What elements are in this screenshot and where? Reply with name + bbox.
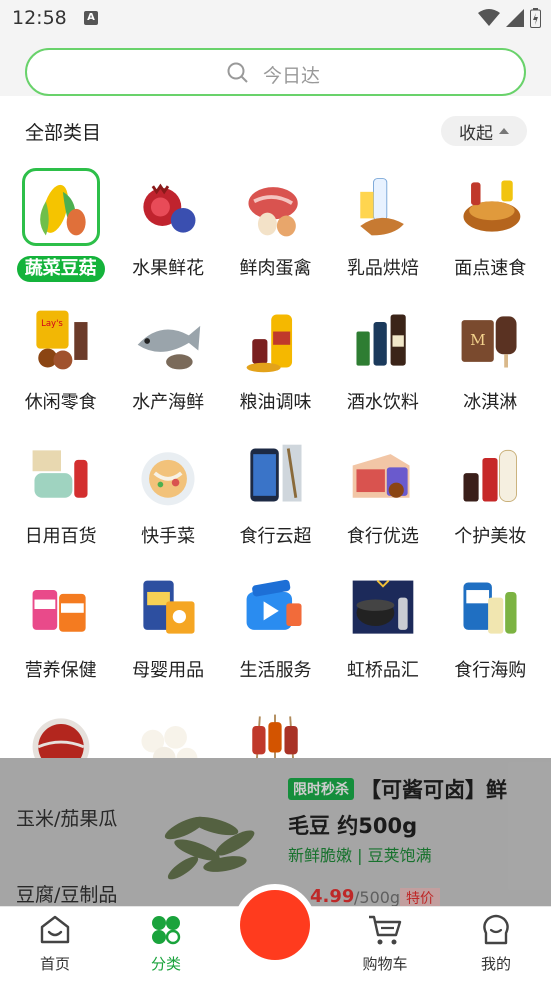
home-icon xyxy=(40,915,70,944)
tab-label-profile: 我的 xyxy=(480,955,511,973)
tab-profile[interactable]: 我的 xyxy=(451,907,541,981)
status-bar: 12:58 A xyxy=(0,0,551,38)
category-label: 乳品烘焙 xyxy=(346,258,419,279)
category-label: 日用百货 xyxy=(24,526,97,547)
baby-products-icon xyxy=(129,570,207,648)
svg-text:Lay's: Lay's xyxy=(41,319,63,329)
collapse-label: 收起 xyxy=(459,123,493,144)
category-item[interactable] xyxy=(7,704,114,758)
tab-label-home: 首页 xyxy=(39,955,70,973)
category-label: 快手菜 xyxy=(141,526,196,547)
category-label: 个护美妆 xyxy=(454,526,527,547)
fish-seafood-icon xyxy=(129,302,207,380)
corn-vegetables-icon xyxy=(21,168,100,246)
cosmetics-icon xyxy=(451,436,529,514)
category-label: 冰淇淋 xyxy=(463,392,518,413)
wifi-icon xyxy=(478,9,500,26)
phone-supermarket-icon xyxy=(236,436,314,514)
category-label: 营养保健 xyxy=(24,660,97,681)
milk-bread-icon xyxy=(344,168,422,246)
search-placeholder: 今日达 xyxy=(263,65,321,87)
category-item[interactable]: 水产海鲜 xyxy=(114,302,221,436)
category-item[interactable]: 个护美妆 xyxy=(437,436,544,570)
category-item[interactable]: 水果鲜花 xyxy=(114,168,221,302)
category-label: 鲜肉蛋禽 xyxy=(239,258,312,279)
status-icons xyxy=(478,8,541,28)
status-time: 12:58 xyxy=(12,7,67,29)
category-label: 食行优选 xyxy=(346,526,419,547)
battery-icon xyxy=(530,8,541,28)
category-item[interactable]: M 冰淇淋 xyxy=(437,302,544,436)
skewers-icon xyxy=(236,704,314,758)
category-item[interactable]: 食行优选 xyxy=(329,436,436,570)
category-icon xyxy=(152,916,181,945)
category-label: 食行云超 xyxy=(239,526,312,547)
category-item[interactable]: Lay's 休闲零食 xyxy=(7,302,114,436)
category-label: 食行海购 xyxy=(454,660,527,681)
selected-goods-icon xyxy=(344,436,422,514)
search-area: 今日达 xyxy=(0,38,551,96)
category-label: 母婴用品 xyxy=(132,660,205,681)
category-label: 蔬菜豆菇 xyxy=(16,256,105,282)
collapse-button[interactable]: 收起 xyxy=(441,116,527,146)
category-item[interactable]: 鲜肉蛋禽 xyxy=(222,168,329,302)
tab-category[interactable]: 分类 xyxy=(121,907,211,981)
category-grid: 蔬菜豆菇 水果鲜花 鲜肉蛋禽 乳品烘焙 面点速食 Lay's 休闲零食 水产海鲜 粮油调味 酒水饮… xyxy=(7,168,544,758)
category-item[interactable]: 母婴用品 xyxy=(114,570,221,704)
ice-cream-icon: M xyxy=(451,302,529,380)
pomegranate-fruit-icon xyxy=(129,168,207,246)
svg-text:M: M xyxy=(470,331,486,349)
chips-snack-icon: Lay's xyxy=(22,302,100,380)
signal-icon xyxy=(506,9,524,27)
category-item[interactable]: 生活服务 xyxy=(222,570,329,704)
category-label: 生活服务 xyxy=(239,660,312,681)
category-item[interactable]: 虹桥品汇 xyxy=(329,570,436,704)
tab-label-category: 分类 xyxy=(150,955,181,973)
life-service-icon xyxy=(236,570,314,648)
category-label: 酒水饮料 xyxy=(346,392,419,413)
category-item[interactable]: 快手菜 xyxy=(114,436,221,570)
overlay-dim[interactable] xyxy=(0,758,551,906)
category-item[interactable]: 食行海购 xyxy=(437,570,544,704)
panel-title: 全部类目 xyxy=(25,122,102,144)
search-icon xyxy=(227,62,248,83)
caret-up-icon xyxy=(499,128,509,134)
profile-icon xyxy=(483,914,509,945)
cart-icon xyxy=(369,915,402,945)
category-item[interactable]: 蔬菜豆菇 xyxy=(7,168,114,302)
beverage-bottles-icon xyxy=(344,302,422,380)
tab-label-cart: 购物车 xyxy=(362,955,408,973)
category-label: 休闲零食 xyxy=(24,392,97,413)
center-action-button[interactable] xyxy=(240,890,310,960)
dumplings-icon xyxy=(129,704,207,758)
category-label: 虹桥品汇 xyxy=(346,660,419,681)
tab-cart[interactable]: 购物车 xyxy=(340,907,430,981)
search-input[interactable]: 今日达 xyxy=(25,48,526,96)
category-item[interactable]: 粮油调味 xyxy=(222,302,329,436)
category-item[interactable]: 酒水饮料 xyxy=(329,302,436,436)
household-goods-icon xyxy=(22,436,100,514)
category-panel: 全部类目 收起 蔬菜豆菇 水果鲜花 鲜肉蛋禽 乳品烘焙 面点速食 Lay's 休闲零食 水产海… xyxy=(0,96,551,758)
category-item[interactable] xyxy=(222,704,329,758)
category-item[interactable]: 乳品烘焙 xyxy=(329,168,436,302)
quick-dish-icon xyxy=(129,436,207,514)
notification-a-icon: A xyxy=(84,11,98,25)
category-item[interactable]: 面点速食 xyxy=(437,168,544,302)
category-item[interactable] xyxy=(114,704,221,758)
category-item[interactable]: 食行云超 xyxy=(222,436,329,570)
overseas-goods-icon xyxy=(451,570,529,648)
category-label: 水果鲜花 xyxy=(132,258,205,279)
category-label: 水产海鲜 xyxy=(132,392,205,413)
category-item[interactable]: 日用百货 xyxy=(7,436,114,570)
meat-eggs-icon xyxy=(236,168,314,246)
category-label: 粮油调味 xyxy=(239,392,312,413)
cooker-goods-icon xyxy=(344,570,422,648)
oil-condiment-icon xyxy=(236,302,314,380)
noodle-snack-icon xyxy=(451,168,529,246)
tab-home[interactable]: 首页 xyxy=(10,907,100,981)
supplements-icon xyxy=(22,570,100,648)
hotpot-icon xyxy=(22,704,100,758)
category-item[interactable]: 营养保健 xyxy=(7,570,114,704)
category-label: 面点速食 xyxy=(454,258,527,279)
